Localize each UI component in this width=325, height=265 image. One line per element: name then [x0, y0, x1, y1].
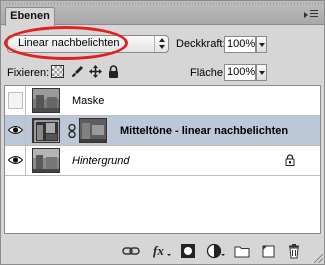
fill-label: Fläche: [190, 67, 227, 79]
fill-dropdown-button[interactable] [256, 64, 267, 81]
panel-grip[interactable] [3, 2, 322, 5]
new-layer-icon[interactable] [260, 243, 276, 259]
layer-name: Hintergrund [72, 155, 130, 167]
mask-link-icon[interactable] [68, 123, 76, 141]
layers-panel: Ebenen Linear nachbelichten Deckkraft: 1… [0, 0, 325, 265]
lock-image-pixels-icon[interactable] [71, 65, 84, 78]
visibility-toggle[interactable] [5, 146, 26, 175]
chevron-down-icon [259, 71, 265, 75]
lock-all-icon[interactable] [107, 65, 120, 78]
layer-list: Maske Mitteltöne - linear nachbelichten [4, 85, 321, 234]
layer-thumbnail [32, 118, 60, 143]
visibility-toggle[interactable] [5, 116, 26, 145]
opacity-label: Deckkraft: [176, 38, 226, 50]
panel-bottom-toolbar: fx [1, 239, 324, 264]
panel-menu-icon[interactable] [304, 9, 320, 21]
adjustment-layer-icon[interactable] [206, 243, 226, 259]
chevron-down-icon [259, 43, 265, 47]
fill-input[interactable]: 100% [224, 64, 256, 81]
lock-transparency-icon[interactable] [51, 65, 64, 78]
visibility-toggle[interactable] [5, 86, 26, 115]
eye-icon [8, 156, 23, 164]
visibility-off-box [8, 92, 23, 109]
tab-layers[interactable]: Ebenen [5, 7, 55, 26]
svg-text:fx: fx [153, 243, 164, 258]
layer-mask-thumbnail[interactable] [79, 118, 107, 143]
layer-thumbnail [32, 148, 60, 173]
add-mask-icon[interactable] [180, 243, 196, 259]
eye-icon [8, 126, 23, 134]
select-stepper-icon [154, 36, 168, 52]
panel-tab-bar: Ebenen [1, 1, 324, 26]
opacity-input[interactable]: 100% [224, 36, 256, 53]
link-layers-icon[interactable] [122, 243, 140, 259]
layer-row-maske[interactable]: Maske [5, 86, 320, 116]
layer-row-mitteltoene[interactable]: Mitteltöne - linear nachbelichten [5, 116, 320, 146]
blend-mode-select[interactable]: Linear nachbelichten [7, 35, 169, 53]
delete-layer-icon[interactable] [286, 243, 302, 259]
layer-style-fx-icon[interactable]: fx [152, 243, 172, 259]
new-group-icon[interactable] [234, 243, 250, 259]
layer-name: Maske [72, 95, 105, 107]
panel-resize-grip[interactable] [314, 254, 323, 263]
layer-name: Mitteltöne - linear nachbelichten [120, 125, 289, 137]
layer-row-hintergrund[interactable]: Hintergrund [5, 146, 320, 176]
lock-label: Fixieren: [7, 67, 50, 79]
lock-position-icon[interactable] [89, 65, 102, 78]
blend-mode-value: Linear nachbelichten [18, 37, 120, 49]
lock-icon [285, 154, 295, 169]
layer-thumbnail [32, 88, 60, 113]
opacity-dropdown-button[interactable] [256, 36, 267, 53]
